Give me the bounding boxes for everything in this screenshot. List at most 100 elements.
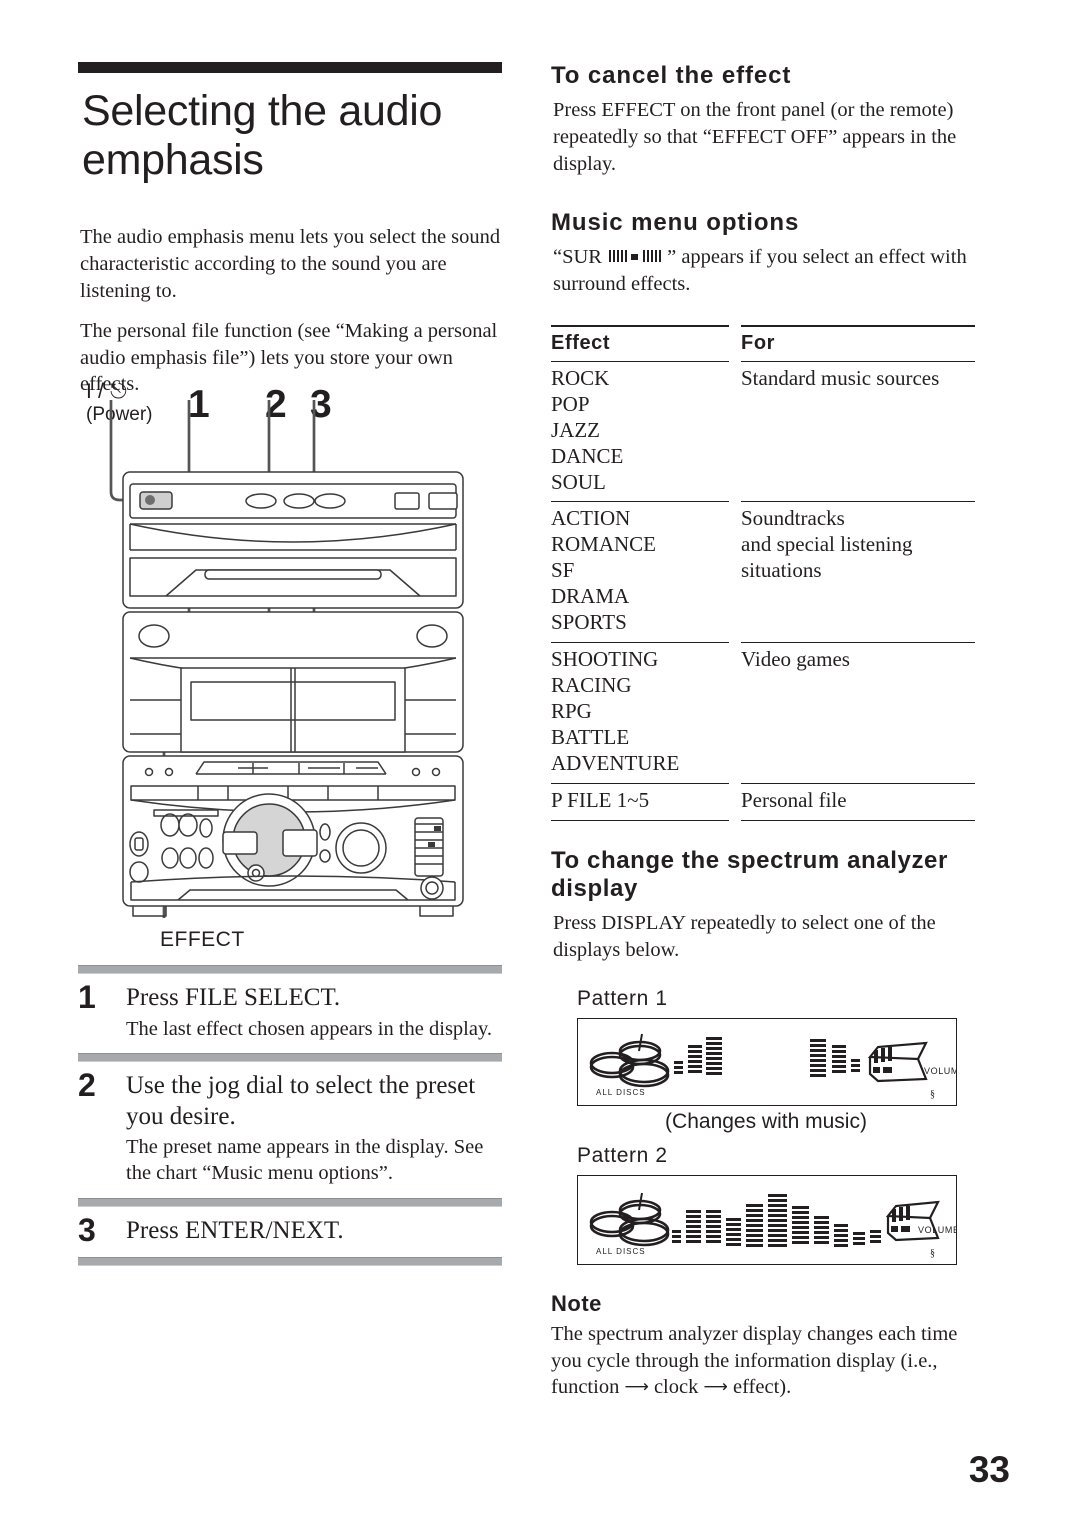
effect-name: BATTLE <box>551 724 630 749</box>
table-cell-effects: SHOOTING RACING RPG BATTLE ADVENTURE <box>551 643 729 784</box>
effect-name: RACING <box>551 672 632 697</box>
effect-name: SPORTS <box>551 610 627 635</box>
surround-note: “SUR ” appears if you select an effect w… <box>553 244 975 298</box>
all-discs-label: ALL DISCS <box>596 1247 646 1256</box>
step-body: Press ENTER/NEXT. <box>126 1214 502 1247</box>
pattern-2-label: Pattern 2 <box>577 1143 668 1167</box>
table-row: P FILE 1~5 Personal file <box>551 784 975 821</box>
step-sub-text: The preset name appears in the display. … <box>126 1136 484 1185</box>
page-title: Selecting the audio emphasis <box>82 87 443 184</box>
surround-note-before: “SUR <box>553 246 608 269</box>
step-separator <box>78 1257 502 1267</box>
left-column: Selecting the audio emphasis The audio e… <box>78 62 502 411</box>
step-item: 2 Use the jog dial to select the preset … <box>78 1062 502 1198</box>
table-cell-effects: P FILE 1~5 <box>551 784 729 821</box>
note-line-2a: function <box>551 1376 625 1399</box>
step-separator <box>78 965 502 974</box>
step-sub-text: The last effect chosen appears in the di… <box>126 1017 493 1040</box>
manual-page: Selecting the audio emphasis The audio e… <box>0 0 1080 1533</box>
numbered-steps: 1 Press FILE SELECT. The last effect cho… <box>78 965 502 1267</box>
note-body: The spectrum analyzer display changes ea… <box>551 1321 975 1401</box>
pattern-2-display-graphic: ALL DISCS VOLUME § <box>589 1192 959 1259</box>
step-main-text: Use the jog dial to select the preset yo… <box>126 1072 476 1130</box>
table-row: SHOOTING RACING RPG BATTLE ADVENTURE Vid… <box>551 643 975 784</box>
intro-paragraph-1: The audio emphasis menu lets you select … <box>80 226 501 302</box>
cancel-effect-heading: To cancel the effect <box>551 62 792 89</box>
effect-name: ROCK <box>551 365 610 390</box>
for-text: Standard music sources <box>741 365 940 390</box>
note-line-1: The spectrum analyzer display changes ea… <box>551 1322 958 1372</box>
volume-label: VOLUME <box>918 1225 956 1235</box>
spectrum-analyzer-body: Press DISPLAY repeatedly to select one o… <box>553 912 936 962</box>
step-item: 3 Press ENTER/NEXT. <box>78 1207 502 1258</box>
step-body: Press FILE SELECT. The last effect chose… <box>126 981 502 1042</box>
table-header-for: For <box>741 324 975 362</box>
effect-name: JAZZ <box>551 417 600 442</box>
table-row: ACTION ROMANCE SF DRAMA SPORTS Soundtrac… <box>551 502 975 644</box>
table-cell-for: Standard music sources <box>741 362 975 503</box>
surround-indicator-icon <box>609 250 662 263</box>
effect-name: POP <box>551 391 590 416</box>
effect-name: DRAMA <box>551 584 630 609</box>
right-column: To cancel the effect Press EFFECT on the… <box>551 62 975 1401</box>
note-line-2b: clock <box>648 1376 704 1399</box>
pattern-1-caption: (Changes with music) <box>665 1109 867 1133</box>
for-text: Soundtracks <box>741 506 845 531</box>
spectrum-analyzer-heading: To change the spectrum analyzer display <box>551 846 948 902</box>
step-number: 2 <box>78 1067 96 1104</box>
arrow-right-icon: ⟶ <box>624 1377 649 1398</box>
effect-name: DANCE <box>551 443 624 468</box>
effect-name: P FILE 1~5 <box>551 787 650 812</box>
table-column-gap <box>729 643 741 784</box>
effect-name: SHOOTING <box>551 647 659 672</box>
step-separator <box>78 1053 502 1063</box>
table-cell-for: Video games <box>741 643 975 784</box>
effect-name: RPG <box>551 698 592 723</box>
effect-name: ACTION <box>551 506 631 531</box>
pattern-1-display-figure: ALL DISCS VOLUM § <box>577 1017 965 1106</box>
stereo-system-figure <box>109 400 464 918</box>
effect-name: ADVENTURE <box>551 750 680 775</box>
cancel-effect-body: Press EFFECT on the front panel (or the … <box>553 99 957 175</box>
table-cell-for: Personal file <box>741 784 975 821</box>
table-header-row: Effect For <box>551 324 975 362</box>
arrow-right-icon: ⟶ <box>703 1377 728 1398</box>
effect-button-callout-label: EFFECT <box>160 928 245 951</box>
section-mark-icon: § <box>930 1248 935 1259</box>
pattern-2-display-figure: ALL DISCS VOLUME § <box>577 1174 959 1265</box>
effect-name: SF <box>551 558 575 583</box>
pattern-1-display-graphic: ALL DISCS VOLUM § <box>589 1033 965 1100</box>
page-number: 33 <box>968 1449 1010 1490</box>
step-item: 1 Press FILE SELECT. The last effect cho… <box>78 974 502 1053</box>
for-text: and special listening <box>741 532 913 557</box>
music-menu-options-table: Effect For ROCK POP JAZZ DANCE SOUL Stan… <box>551 324 975 821</box>
step-body: Use the jog dial to select the preset yo… <box>126 1069 502 1187</box>
table-header-effect: Effect <box>551 324 729 362</box>
effect-name: ROMANCE <box>551 532 657 557</box>
table-cell-for: Soundtracks and special listening situat… <box>741 502 975 644</box>
table-cell-effects: ACTION ROMANCE SF DRAMA SPORTS <box>551 502 729 644</box>
step-number: 1 <box>78 979 96 1015</box>
table-column-gap <box>729 502 741 643</box>
table-row: ROCK POP JAZZ DANCE SOUL Standard music … <box>551 362 975 503</box>
music-menu-heading: Music menu options <box>551 208 800 236</box>
step-main-text: Press FILE SELECT. <box>126 984 341 1011</box>
title-rule <box>78 62 502 73</box>
table-cell-effects: ROCK POP JAZZ DANCE SOUL <box>551 362 729 503</box>
pattern-1-label: Pattern 1 <box>577 986 668 1010</box>
volume-label: VOLUME <box>924 1066 956 1076</box>
all-discs-label: ALL DISCS <box>596 1088 646 1097</box>
step-main-text: Press ENTER/NEXT. <box>126 1216 344 1244</box>
note-line-2c: effect). <box>727 1376 792 1399</box>
for-text: situations <box>741 558 822 583</box>
table-column-gap <box>729 784 741 821</box>
intro-block: The audio emphasis menu lets you select … <box>78 224 502 398</box>
note-heading: Note <box>551 1290 602 1316</box>
for-text: Personal file <box>741 787 847 812</box>
